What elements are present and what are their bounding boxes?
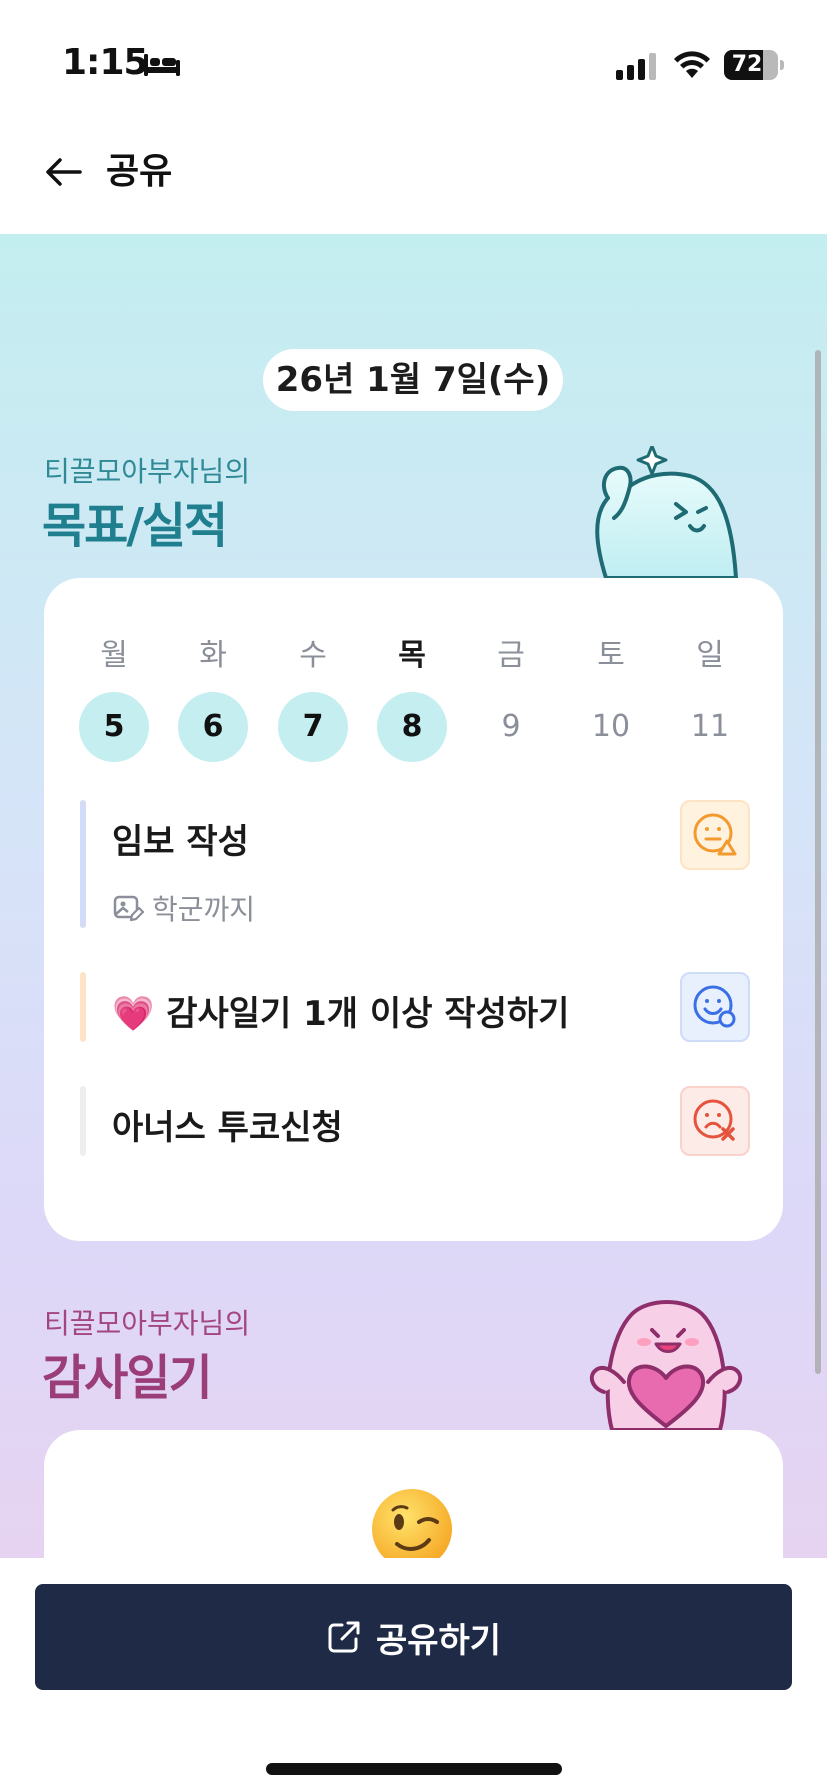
wifi-icon bbox=[674, 51, 710, 78]
goal-owner-label: 티끌모아부자님의 bbox=[44, 455, 251, 488]
share-preview[interactable]: 26년 1월 7일(수) 티끌모아부자님의 목표/실적 월 화 수 목 금 토 … bbox=[0, 234, 827, 1558]
page-title: 공유 bbox=[106, 151, 173, 192]
scrollbar[interactable] bbox=[815, 350, 821, 1374]
weekday-thu: 목 bbox=[398, 638, 426, 673]
teal-mascot-illustration bbox=[595, 446, 738, 578]
day-11[interactable]: 11 bbox=[675, 692, 745, 762]
task-status-badge[interactable] bbox=[680, 972, 750, 1042]
task-label: 임보 작성 bbox=[112, 822, 249, 862]
share-button[interactable]: 공유하기 bbox=[35, 1584, 792, 1690]
share-button-label: 공유하기 bbox=[375, 1620, 502, 1661]
weekday-sun: 일 bbox=[696, 638, 724, 673]
weekday-fri: 금 bbox=[497, 638, 525, 673]
goal-card: 월 화 수 목 금 토 일 5 6 7 8 9 10 11 임보 작성 학군까지 bbox=[44, 578, 783, 1241]
day-10[interactable]: 10 bbox=[576, 692, 646, 762]
thanks-owner-label: 티끌모아부자님의 bbox=[44, 1307, 251, 1340]
heart-icon: 💗 bbox=[112, 994, 155, 1034]
task-label: 감사일기 1개 이상 작성하기 bbox=[166, 994, 570, 1034]
winking-face-icon bbox=[372, 1489, 452, 1558]
day-5[interactable]: 5 bbox=[79, 692, 149, 762]
battery-percent: 72 bbox=[731, 52, 763, 77]
weekday-mon: 월 bbox=[100, 638, 128, 673]
day-6[interactable]: 6 bbox=[178, 692, 248, 762]
weekday-tue: 화 bbox=[199, 638, 227, 673]
face-warning-icon bbox=[693, 813, 737, 856]
status-time: 1:15 bbox=[62, 42, 149, 83]
weekday-wed: 수 bbox=[299, 638, 327, 673]
goal-section-title: 목표/실적 bbox=[42, 498, 228, 554]
weekday-sat: 토 bbox=[597, 638, 625, 673]
thanks-card bbox=[44, 1430, 783, 1558]
day-9[interactable]: 9 bbox=[476, 692, 546, 762]
task-item[interactable]: 아너스 투코신청 bbox=[80, 1086, 750, 1156]
battery-icon: 72 bbox=[724, 50, 784, 80]
task-item[interactable]: 임보 작성 학군까지 bbox=[80, 800, 750, 928]
arrow-left-icon bbox=[46, 158, 82, 186]
day-7[interactable]: 7 bbox=[278, 692, 348, 762]
external-link-icon bbox=[328, 1621, 360, 1653]
image-edit-icon bbox=[113, 895, 144, 922]
day-8[interactable]: 8 bbox=[377, 692, 447, 762]
task-item[interactable]: 💗 감사일기 1개 이상 작성하기 bbox=[80, 972, 750, 1042]
pink-mascot-illustration bbox=[589, 1300, 743, 1430]
task-status-badge[interactable] bbox=[680, 1086, 750, 1156]
face-done-icon bbox=[693, 985, 736, 1028]
task-label-row: 💗 감사일기 1개 이상 작성하기 bbox=[112, 986, 569, 1035]
status-bar: 1:15 72 bbox=[0, 0, 827, 120]
signal-icon bbox=[616, 53, 656, 80]
task-label: 아너스 투코신청 bbox=[112, 1108, 343, 1148]
back-button[interactable] bbox=[40, 148, 88, 196]
date-pill: 26년 1월 7일(수) bbox=[263, 349, 563, 411]
task-note-text: 학군까지 bbox=[152, 893, 256, 926]
task-status-badge[interactable] bbox=[680, 800, 750, 870]
nav-bar: 공유 bbox=[0, 120, 827, 234]
task-note: 학군까지 bbox=[112, 888, 255, 928]
bottom-action-area: 공유하기 bbox=[0, 1558, 827, 1791]
thanks-section-title: 감사일기 bbox=[42, 1350, 213, 1406]
home-indicator bbox=[266, 1763, 562, 1775]
face-fail-icon bbox=[693, 1099, 735, 1141]
bed-icon bbox=[144, 54, 180, 76]
